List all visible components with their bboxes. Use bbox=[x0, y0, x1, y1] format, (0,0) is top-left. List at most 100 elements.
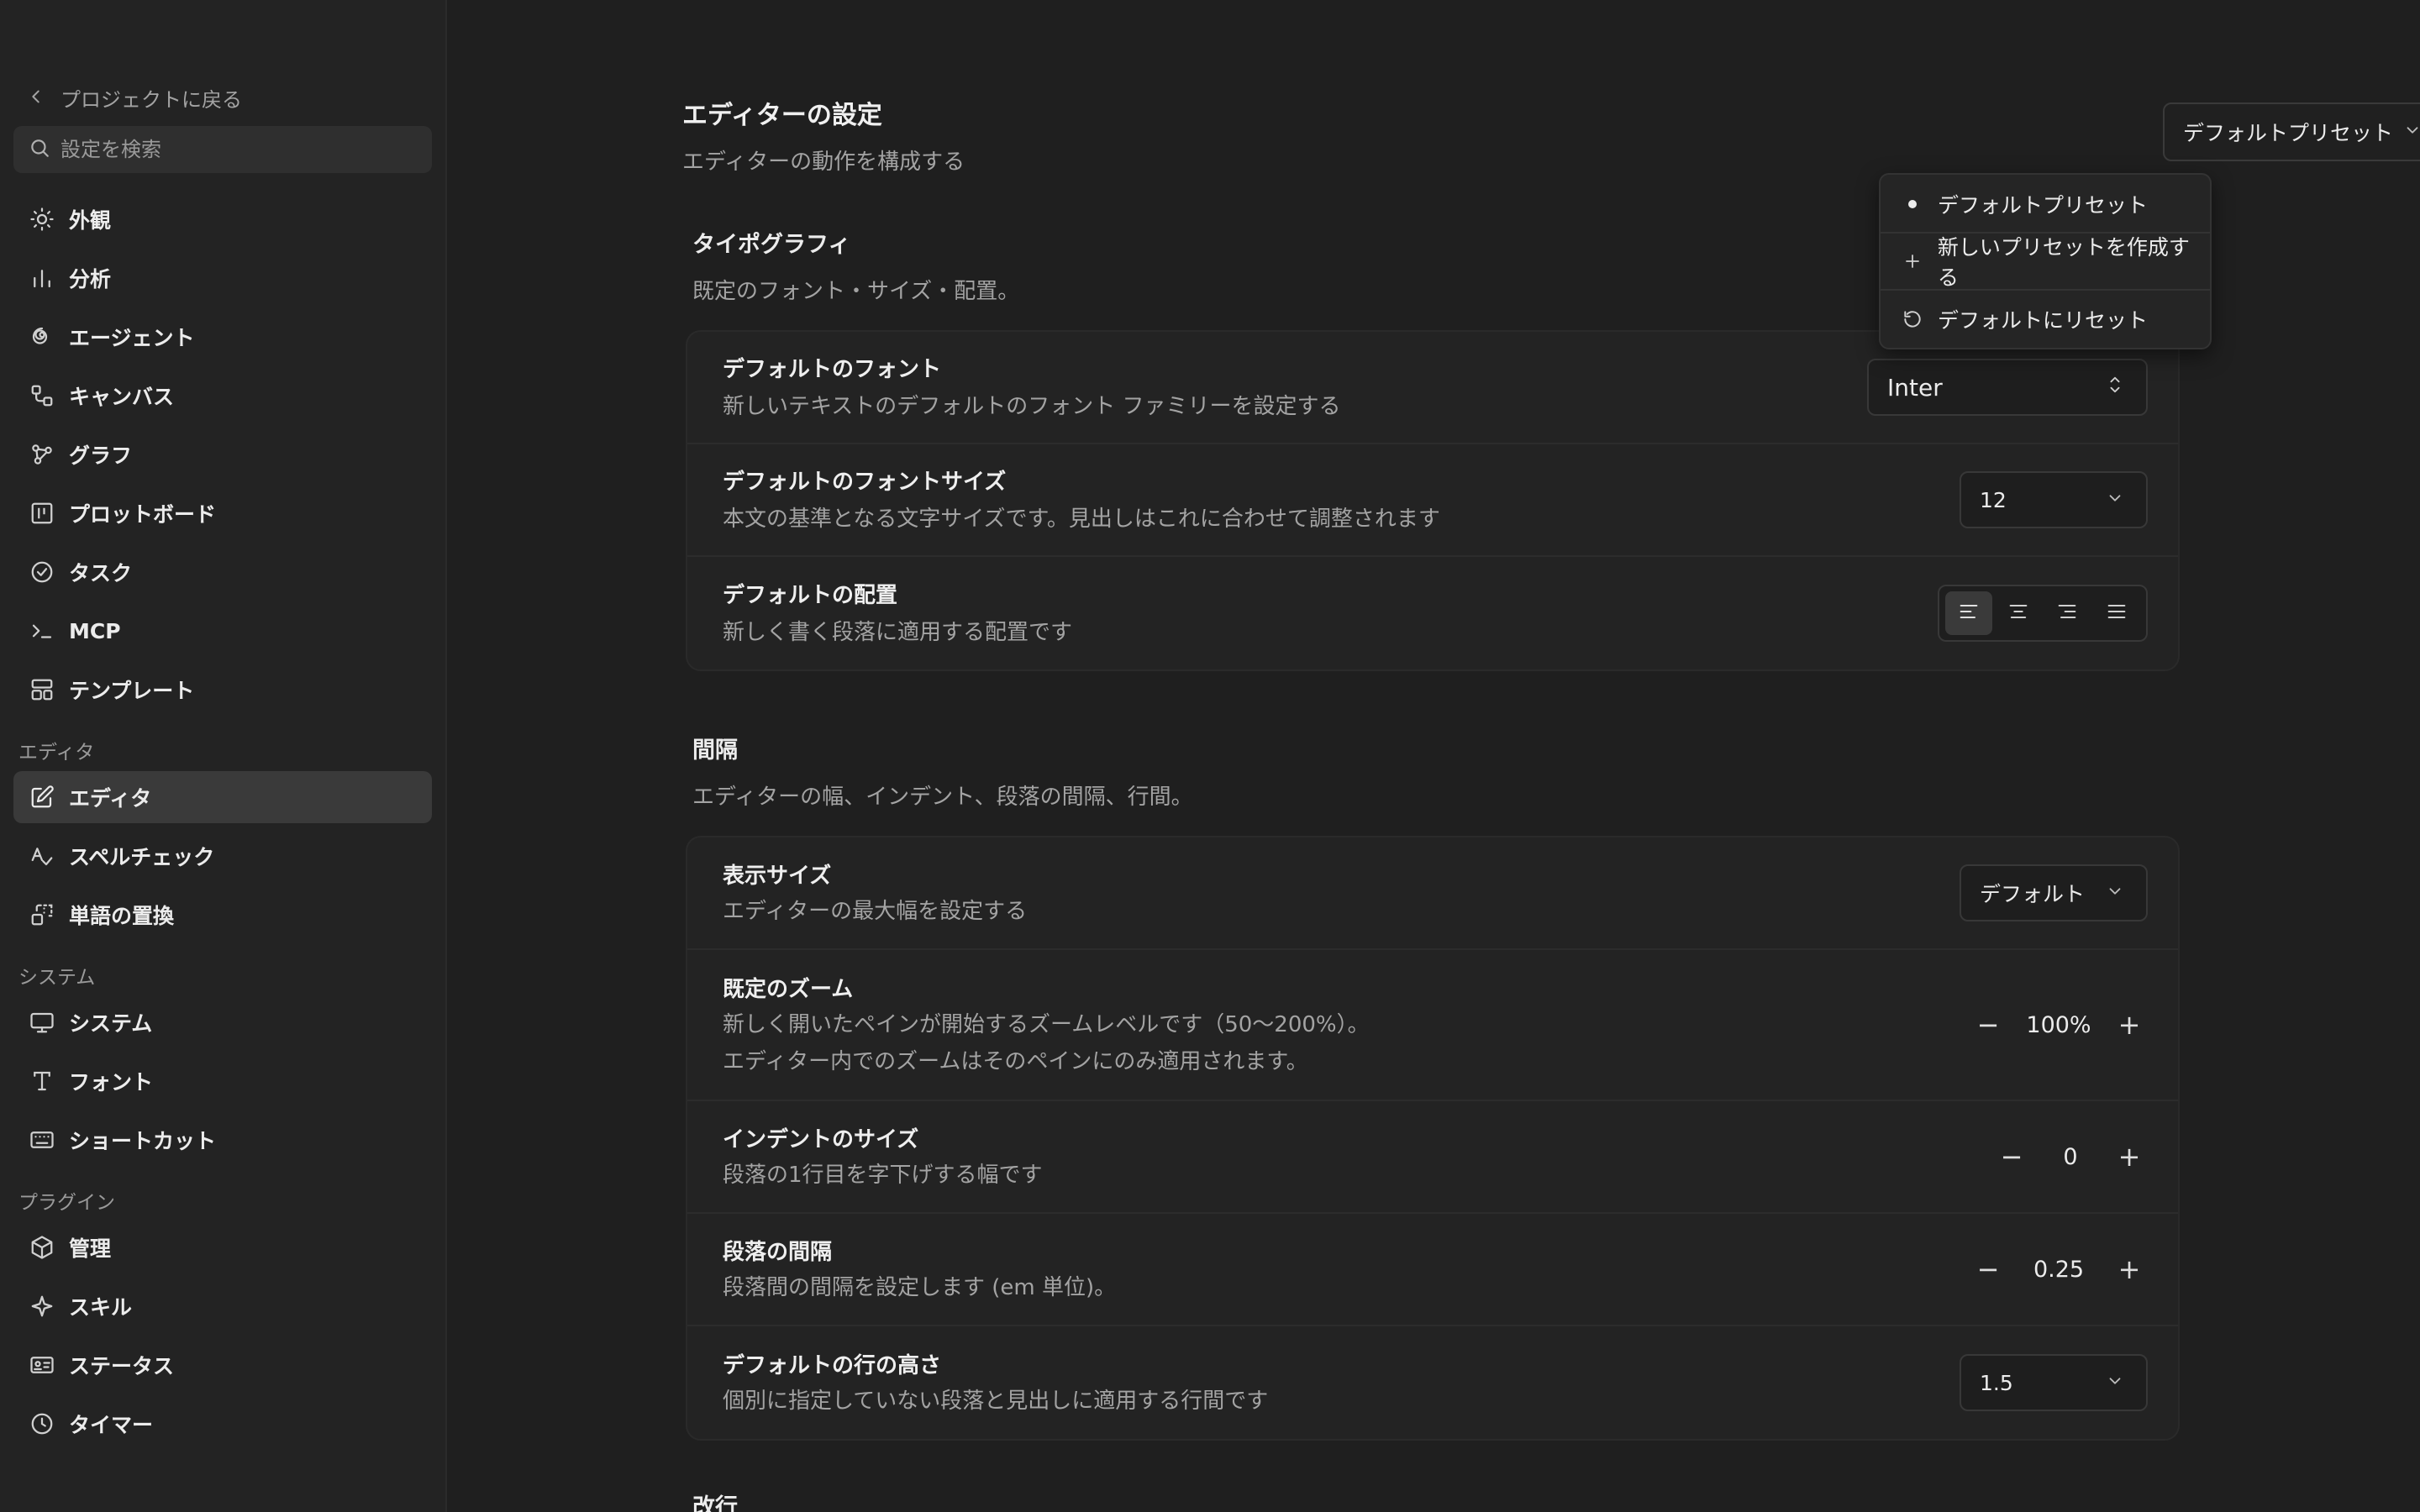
setting-label: 表示サイズ bbox=[723, 863, 832, 889]
setting-label: インデントのサイズ bbox=[723, 1126, 919, 1152]
setting-description: 新しいテキストのデフォルトのフォント ファミリーを設定する bbox=[723, 393, 1341, 419]
setting-label: デフォルトのフォントサイズ bbox=[723, 469, 1007, 495]
clock-icon bbox=[29, 1410, 55, 1437]
sidebar-item-plotboard[interactable]: プロットボード bbox=[13, 487, 432, 539]
sidebar-item-shortcuts[interactable]: ショートカット bbox=[13, 1114, 432, 1166]
sidebar-item-label: スキル bbox=[69, 1295, 133, 1320]
back-to-project-link[interactable]: プロジェクトに戻る bbox=[27, 81, 445, 114]
sidebar-item-analytics[interactable]: 分析 bbox=[13, 252, 432, 304]
sidebar-item-label: キャンバス bbox=[69, 385, 175, 409]
setting-description: 新しく書く段落に適用する配置です bbox=[723, 619, 1073, 645]
setting-row-display-size: 表示サイズ エディターの最大幅を設定する デフォルト bbox=[687, 837, 2178, 950]
nav-list-top: 外観 分析 エージェント キャンバス グラフ プロットボード タスク MCP テ… bbox=[0, 193, 445, 716]
sidebar-item-appearance[interactable]: 外観 bbox=[13, 193, 432, 245]
align-right-button[interactable] bbox=[2044, 591, 2091, 635]
menu-item-reset-default[interactable]: デフォルトにリセット bbox=[1881, 291, 2210, 348]
paragraph-spacing-increment-button[interactable]: + bbox=[2111, 1251, 2148, 1288]
sidebar-item-skills[interactable]: スキル bbox=[13, 1280, 432, 1332]
menu-item-default-preset[interactable]: デフォルトプリセット bbox=[1881, 176, 2210, 234]
settings-search[interactable] bbox=[13, 126, 432, 173]
search-input[interactable] bbox=[60, 138, 413, 161]
sidebar-item-status[interactable]: ステータス bbox=[13, 1339, 432, 1391]
indent-stepper: − 0 + bbox=[1993, 1138, 2148, 1175]
indent-decrement-button[interactable]: − bbox=[1993, 1138, 2030, 1175]
package-icon bbox=[29, 1234, 55, 1261]
sidebar-item-label: ステータス bbox=[69, 1354, 175, 1378]
paragraph-spacing-decrement-button[interactable]: − bbox=[1970, 1251, 2007, 1288]
align-center-button[interactable] bbox=[1995, 591, 2042, 635]
chevron-down-icon bbox=[2403, 120, 2420, 144]
font-family-value: Inter bbox=[1887, 373, 1943, 402]
font-size-select[interactable]: 12 bbox=[1960, 471, 2148, 528]
sidebar-item-graph[interactable]: グラフ bbox=[13, 428, 432, 480]
graph-icon bbox=[29, 441, 55, 468]
chevron-down-icon bbox=[2106, 1371, 2124, 1395]
sidebar-item-system[interactable]: システム bbox=[13, 996, 432, 1048]
sidebar-item-tasks[interactable]: タスク bbox=[13, 546, 432, 598]
sidebar-item-canvas[interactable]: キャンバス bbox=[13, 370, 432, 422]
sidebar-item-editor[interactable]: エディタ bbox=[13, 771, 432, 823]
plus-icon: + bbox=[2118, 1009, 2141, 1041]
sidebar-item-agent[interactable]: エージェント bbox=[13, 311, 432, 363]
chevron-left-icon bbox=[27, 84, 45, 112]
line-break-section-title: 改行 bbox=[692, 1494, 738, 1512]
sparkle-icon bbox=[29, 1293, 55, 1320]
sidebar-item-mcp[interactable]: MCP bbox=[13, 605, 432, 657]
setting-label: デフォルトの配置 bbox=[723, 582, 898, 608]
chevron-down-icon bbox=[2106, 881, 2124, 906]
minus-icon: − bbox=[1976, 1253, 2000, 1285]
zoom-increment-button[interactable]: + bbox=[2111, 1006, 2148, 1043]
display-size-select[interactable]: デフォルト bbox=[1960, 864, 2148, 921]
indent-increment-button[interactable]: + bbox=[2111, 1138, 2148, 1175]
setting-description: 新しく開いたペインが開始するズームレベルです（50〜200%）。 bbox=[723, 1011, 1370, 1037]
sidebar-item-label: タスク bbox=[69, 561, 133, 585]
sun-icon bbox=[29, 206, 55, 233]
align-left-icon bbox=[1957, 600, 1981, 627]
plus-icon bbox=[1901, 251, 1924, 271]
section-label-plugins: プラグイン bbox=[18, 1192, 115, 1214]
sidebar-item-label: スペルチェック bbox=[69, 845, 215, 869]
page-subtitle: エディターの動作を構成する bbox=[682, 150, 965, 175]
sidebar-item-fonts[interactable]: フォント bbox=[13, 1055, 432, 1107]
align-justify-button[interactable] bbox=[2093, 591, 2140, 635]
setting-label: 段落の間隔 bbox=[723, 1239, 833, 1265]
setting-row-default-zoom: 既定のズーム 新しく開いたペインが開始するズームレベルです（50〜200%）。 … bbox=[687, 950, 2178, 1101]
align-left-button[interactable] bbox=[1945, 591, 1993, 635]
chevron-updown-icon bbox=[2106, 374, 2124, 402]
align-right-icon bbox=[2055, 600, 2079, 627]
setting-row-font-size: デフォルトのフォントサイズ 本文の基準となる文字サイズです。見出しはこれに合わせ… bbox=[687, 444, 2178, 557]
sidebar-item-label: 単語の置換 bbox=[69, 904, 175, 928]
preset-select[interactable]: デフォルトプリセット bbox=[2163, 102, 2420, 161]
sidebar-item-timer[interactable]: タイマー bbox=[13, 1398, 432, 1450]
setting-description: 段落の1行目を字下げする幅です bbox=[723, 1162, 1043, 1188]
sidebar-item-spellcheck[interactable]: スペルチェック bbox=[13, 830, 432, 882]
spiral-icon bbox=[29, 323, 55, 350]
align-center-icon bbox=[2007, 600, 2030, 627]
zoom-stepper: − 100% + bbox=[1970, 1006, 2148, 1043]
sidebar-item-word-replace[interactable]: 単語の置換 bbox=[13, 889, 432, 941]
sidebar-item-templates[interactable]: テンプレート bbox=[13, 664, 432, 716]
sidebar-item-label: システム bbox=[69, 1011, 153, 1036]
replace-icon bbox=[29, 901, 55, 928]
menu-item-label: 新しいプリセットを作成する bbox=[1937, 235, 2190, 290]
search-icon bbox=[29, 137, 60, 162]
edit-icon bbox=[29, 784, 55, 811]
setting-row-line-height: デフォルトの行の高さ 個別に指定していない段落と見出しに適用する行間です 1.5 bbox=[687, 1326, 2178, 1439]
sidebar-item-manage[interactable]: 管理 bbox=[13, 1221, 432, 1273]
font-family-select[interactable]: Inter bbox=[1867, 359, 2148, 416]
template-icon bbox=[29, 676, 55, 703]
setting-description: 段落間の間隔を設定します (em 単位)。 bbox=[723, 1274, 1117, 1300]
setting-label: デフォルトのフォント bbox=[723, 356, 942, 382]
setting-row-alignment: デフォルトの配置 新しく書く段落に適用する配置です bbox=[687, 557, 2178, 669]
preset-dropdown-menu: デフォルトプリセット 新しいプリセットを作成する デフォルトにリセット bbox=[1879, 173, 2212, 349]
spacing-card: 表示サイズ エディターの最大幅を設定する デフォルト 既定のズーム 新しく開いた… bbox=[686, 836, 2180, 1441]
line-height-select[interactable]: 1.5 bbox=[1960, 1354, 2148, 1411]
keyboard-icon bbox=[29, 1126, 55, 1153]
paragraph-spacing-stepper: − 0.25 + bbox=[1970, 1251, 2148, 1288]
sidebar-item-label: MCP bbox=[69, 618, 121, 643]
setting-description: エディターの最大幅を設定する bbox=[723, 898, 1028, 924]
minus-icon: − bbox=[1976, 1009, 2000, 1041]
menu-item-create-preset[interactable]: 新しいプリセットを作成する bbox=[1881, 234, 2210, 291]
zoom-decrement-button[interactable]: − bbox=[1970, 1006, 2007, 1043]
minus-icon: − bbox=[2000, 1141, 2023, 1173]
